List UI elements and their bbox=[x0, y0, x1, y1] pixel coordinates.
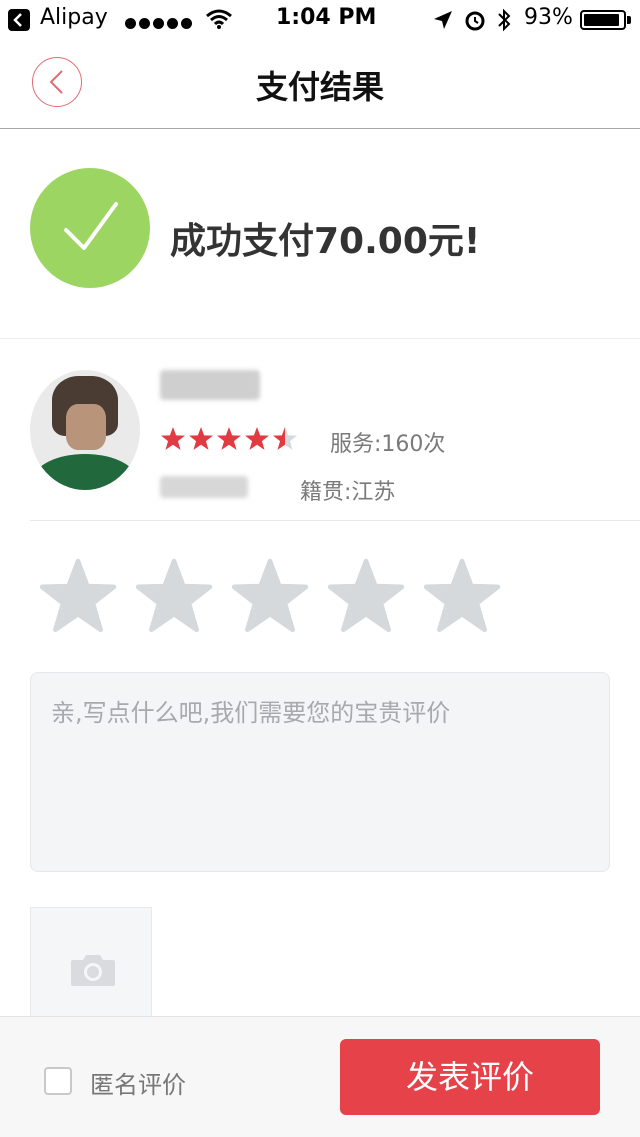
provider-card: 服务:160次 籍贯:江苏 bbox=[30, 340, 640, 521]
provider-name-blurred bbox=[160, 370, 260, 400]
location-arrow-icon bbox=[432, 9, 454, 35]
wifi-icon bbox=[205, 8, 233, 34]
anonymous-checkbox[interactable] bbox=[44, 1067, 72, 1095]
status-app-name: Alipay bbox=[40, 5, 108, 30]
rate-star-4-icon[interactable] bbox=[326, 558, 406, 634]
bluetooth-icon bbox=[496, 7, 512, 37]
back-arrow-icon[interactable] bbox=[8, 9, 30, 31]
comment-placeholder: 亲,写点什么吧,我们需要您的宝贵评价 bbox=[51, 699, 451, 727]
signal-dots-icon bbox=[125, 14, 195, 29]
status-time: 1:04 PM bbox=[276, 5, 377, 30]
payment-success-panel: 成功支付70.00元! bbox=[0, 129, 640, 339]
provider-rating bbox=[160, 426, 300, 454]
rating-star-icon bbox=[245, 427, 269, 450]
status-bar: Alipay 1:04 PM 93% bbox=[0, 0, 640, 40]
provider-id-blurred bbox=[160, 476, 248, 498]
anonymous-label[interactable]: 匿名评价 bbox=[90, 1065, 186, 1100]
rating-star-icon bbox=[273, 427, 297, 450]
success-message: 成功支付70.00元! bbox=[170, 221, 481, 262]
camera-icon bbox=[71, 955, 115, 986]
rating-star-icon bbox=[161, 427, 185, 450]
battery-tip bbox=[627, 16, 631, 24]
add-photo-button[interactable] bbox=[30, 907, 152, 1029]
battery-percent: 93% bbox=[524, 5, 573, 30]
page-title: 支付结果 bbox=[255, 68, 384, 106]
rate-star-3-icon[interactable] bbox=[230, 558, 310, 634]
rate-star-5-icon[interactable] bbox=[422, 558, 502, 634]
nav-bar: 支付结果 bbox=[0, 40, 640, 129]
rating-star-icon bbox=[217, 427, 241, 450]
alarm-icon bbox=[464, 8, 486, 36]
checkmark-icon bbox=[30, 168, 150, 288]
service-count: 服务:160次 bbox=[330, 432, 446, 457]
bottom-action-bar: 匿名评价 发表评价 bbox=[0, 1016, 640, 1137]
rate-star-2-icon[interactable] bbox=[134, 558, 214, 634]
battery-icon bbox=[580, 10, 626, 30]
submit-review-button[interactable]: 发表评价 bbox=[340, 1039, 600, 1115]
comment-textarea[interactable]: 亲,写点什么吧,我们需要您的宝贵评价 bbox=[30, 672, 610, 872]
rate-star-1-icon[interactable] bbox=[38, 558, 118, 634]
rating-star-icon bbox=[189, 427, 213, 450]
avatar bbox=[30, 370, 140, 490]
provider-hometown: 籍贯:江苏 bbox=[300, 480, 396, 505]
